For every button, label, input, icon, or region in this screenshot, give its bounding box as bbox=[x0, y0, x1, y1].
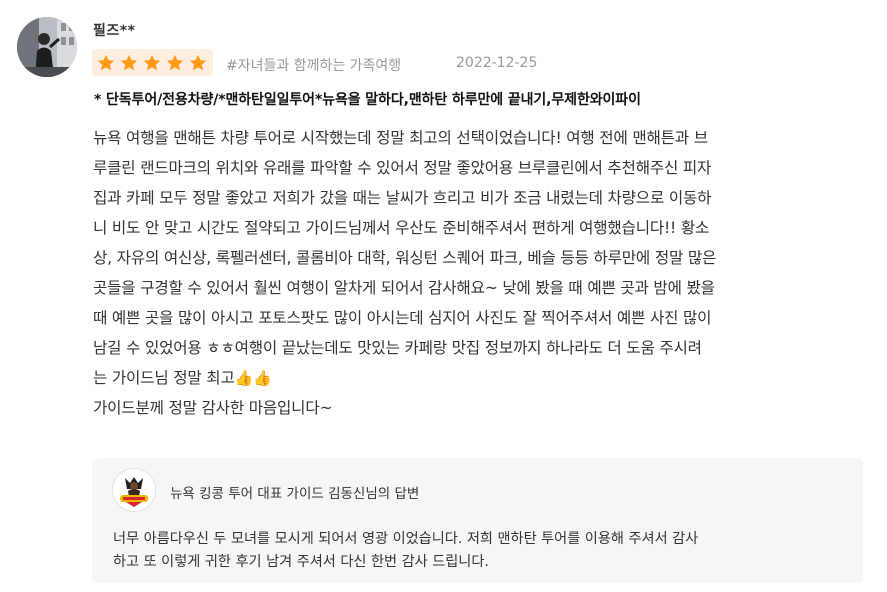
review-body-line: 때 예쁜 곳을 많이 아시고 포토스팟도 많이 아시는데 심지어 사진도 잘 찍… bbox=[93, 309, 712, 327]
star-icon bbox=[143, 54, 161, 70]
review-body: 뉴욕 여행을 맨해튼 차량 투어로 시작했는데 정말 최고의 선택이었습니다! … bbox=[93, 123, 868, 423]
star-icon bbox=[189, 54, 207, 70]
thumbs-up-icon: 👍👍 bbox=[234, 369, 272, 387]
star-rating bbox=[92, 49, 213, 76]
review-body-line-with-emoji: 는 가이드님 정말 최고👍👍 bbox=[93, 363, 868, 393]
reviewer-name: 필즈** bbox=[93, 23, 136, 39]
star-icon bbox=[166, 54, 184, 70]
product-name: * 단독투어/전용차량/*맨하탄일일투어*뉴욕을 말하다,맨하탄 하루만에 끝내… bbox=[94, 92, 641, 108]
reviewer-avatar bbox=[17, 17, 77, 77]
review-body-line: 집과 카페 모두 정말 좋았고 저희가 갔을 때는 날씨가 흐리고 비가 조금 … bbox=[93, 189, 712, 207]
review-body-line: 남길 수 있었어용 ㅎㅎ여행이 끝났는데도 맛있는 카페랑 맛집 정보까지 하나… bbox=[93, 339, 702, 357]
trip-type-tag: #자녀들과 함께하는 가족여행 bbox=[226, 58, 402, 74]
kingkong-tour-logo-icon bbox=[112, 468, 156, 512]
review-card: 필즈** #자녀들과 함께하는 가족여행 2022-12-25 * 단독투어/전… bbox=[0, 0, 887, 592]
star-icon bbox=[97, 54, 115, 70]
review-body-line: 는 가이드님 정말 최고 bbox=[93, 369, 235, 387]
reply-text-line: 하고 또 이렇게 귀한 후기 남겨 주셔서 다신 한번 감사 드립니다. bbox=[113, 554, 489, 570]
review-body-line: 루클린 랜드마크의 위치와 유래를 파악할 수 있어서 정말 좋았어용 브루클린… bbox=[93, 159, 712, 177]
review-body-line: 가이드분께 정말 감사한 마음입니다~ bbox=[93, 399, 333, 417]
review-body-line: 뉴욕 여행을 맨해튼 차량 투어로 시작했는데 정말 최고의 선택이었습니다! … bbox=[93, 129, 708, 147]
review-body-line: 곳들을 구경할 수 있어서 훨씬 여행이 알차게 되어서 감사해요~ 낮에 봤을… bbox=[93, 279, 715, 297]
guide-reply-text: 너무 아름다우신 두 모녀를 모시게 되어서 영광 이었습니다. 저희 맨하탄 … bbox=[113, 528, 853, 574]
review-date: 2022-12-25 bbox=[456, 55, 538, 71]
reply-text-line: 너무 아름다우신 두 모녀를 모시게 되어서 영광 이었습니다. 저희 맨하탄 … bbox=[113, 531, 699, 547]
review-body-line: 니 비도 안 맞고 시간도 절약되고 가이드님께서 우산도 준비해주셔서 편하게… bbox=[93, 219, 710, 237]
guide-reply-title: 뉴욕 킹콩 투어 대표 가이드 김동신님의 답변 bbox=[170, 486, 420, 502]
review-body-line: 상, 자유의 여신상, 록펠러센터, 콜롬비아 대학, 워싱턴 스퀘어 파크, … bbox=[93, 249, 717, 267]
guide-reply: 뉴욕 킹콩 투어 대표 가이드 김동신님의 답변 너무 아름다우신 두 모녀를 … bbox=[92, 458, 863, 583]
star-icon bbox=[120, 54, 138, 70]
